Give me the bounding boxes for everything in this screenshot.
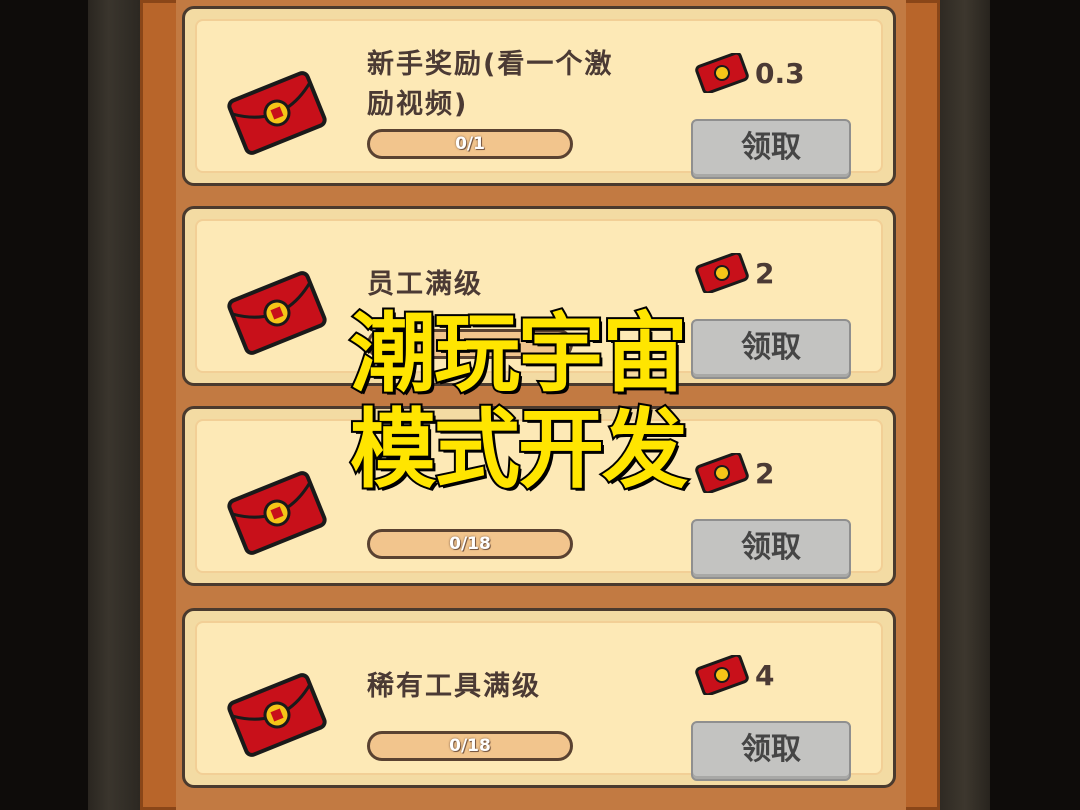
red-envelope-icon [227,71,327,155]
background-right [940,0,990,810]
task-card: 新手奖励(看一个激励视频) 0/1 0.3 领取 [182,6,896,186]
red-envelope-icon [695,53,749,93]
task-card: 稀有工具满级 0/18 4 领取 [182,608,896,788]
reward-amount: 2 [755,257,775,290]
task-title: 员工满级 [367,269,483,300]
red-envelope-icon [227,673,327,757]
reward-amount: 0.3 [755,57,805,90]
red-envelope-icon [695,655,749,695]
red-envelope-icon [695,253,749,293]
red-envelope-icon [227,471,327,555]
overlay-line-2: 模式开发 [348,400,690,500]
overlay-caption: 潮玩宇宙 模式开发 [348,304,770,500]
task-title: 稀有工具满级 [367,671,541,702]
claim-button[interactable]: 领取 [691,721,851,781]
claim-button[interactable]: 领取 [691,519,851,579]
task-card-inner: 稀有工具满级 0/18 4 领取 [195,621,883,781]
task-title: 新手奖励(看一个激励视频) [367,49,614,120]
reward-amount: 4 [755,659,775,692]
task-card-inner: 新手奖励(看一个激励视频) 0/1 0.3 领取 [195,19,883,179]
task-progress-bar: 0/1 [367,129,573,159]
claim-button[interactable]: 领取 [691,119,851,179]
task-progress-bar: 0/18 [367,731,573,761]
background-left [88,0,140,810]
red-envelope-icon [227,271,327,355]
overlay-line-1: 潮玩宇宙 [348,304,690,404]
task-progress-bar: 0/18 [367,529,573,559]
